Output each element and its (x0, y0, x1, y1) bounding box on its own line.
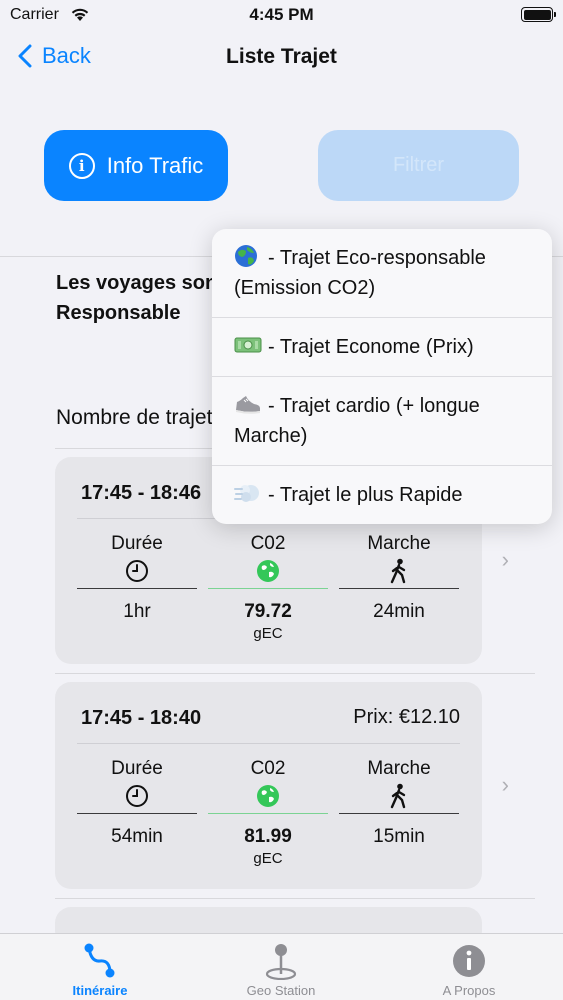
info-icon (399, 942, 539, 980)
walk-value: 24min (373, 601, 425, 622)
menu-item-rapide[interactable]: - Trajet le plus Rapide (212, 466, 552, 524)
info-trafic-label: Info Trafic (106, 152, 204, 178)
co2-value: 79.72 (244, 601, 292, 622)
divider (55, 898, 535, 899)
dash-emoji-icon (234, 485, 259, 502)
trip-time: 17:45 - 18:40 (81, 707, 202, 729)
tab-geo-station[interactable]: Geo Station (211, 942, 351, 998)
battery-icon (521, 7, 556, 22)
duration-column: Durée 54min (77, 758, 197, 848)
duration-value: 54min (111, 826, 163, 847)
walk-label: Marche (367, 533, 431, 554)
tab-label: Itinéraire (72, 983, 128, 998)
duration-value: 1hr (123, 601, 151, 622)
walk-value: 15min (373, 826, 425, 847)
tab-itineraire[interactable]: Itinéraire (30, 942, 170, 998)
co2-label: C02 (250, 533, 286, 554)
sneaker-emoji-icon (236, 396, 260, 414)
chevron-right-icon: › (501, 547, 509, 572)
tab-bar: Itinéraire Geo Station A Propos (0, 933, 563, 1000)
duration-label: Durée (111, 758, 163, 779)
trip-time: 17:45 - 18:46 (81, 482, 202, 504)
sort-menu: - Trajet Eco-responsable (Emission CO2) … (212, 229, 552, 524)
globe-icon (208, 782, 328, 810)
walk-column: Marche 24min (339, 533, 459, 623)
filter-button[interactable]: Filtrer (318, 130, 519, 201)
duration-label: Durée (111, 533, 163, 554)
tab-label: Geo Station (246, 983, 316, 998)
navigation-bar: Back Liste Trajet (0, 32, 563, 82)
status-time: 4:45 PM (249, 5, 314, 24)
co2-label: C02 (250, 758, 286, 779)
divider (55, 673, 535, 674)
trip-price: Prix: €12.10 (353, 706, 460, 728)
menu-item-label: - Trajet le plus Rapide (268, 484, 463, 506)
menu-item-econome[interactable]: - Trajet Econome (Prix) (212, 318, 552, 377)
clock-icon (77, 557, 197, 585)
menu-item-label: - Trajet cardio (+ longue Marche) (234, 395, 480, 447)
trip-count-label: Nombre de trajets (56, 406, 223, 429)
map-pin-icon (211, 942, 351, 980)
status-bar: Carrier 4:45 PM (0, 0, 563, 32)
card-separator (77, 743, 460, 744)
co2-column: C02 79.72 gEC (208, 533, 328, 642)
co2-value: 81.99 (244, 826, 292, 847)
page-title: Liste Trajet (226, 45, 337, 68)
duration-column: Durée 1hr (77, 533, 197, 623)
tab-a-propos[interactable]: A Propos (399, 942, 539, 998)
info-trafic-button[interactable]: i Info Trafic (44, 130, 228, 201)
clock-icon (77, 782, 197, 810)
co2-unit: gEC (253, 850, 283, 867)
action-buttons: i Info Trafic Filtrer (0, 130, 563, 202)
route-icon (30, 942, 170, 980)
globe-emoji-icon (235, 245, 257, 267)
menu-item-eco[interactable]: - Trajet Eco-responsable (Emission CO2) (212, 229, 552, 318)
trip-card[interactable]: 17:45 - 18:40 Prix: €12.10 Durée 54min C… (55, 682, 482, 889)
co2-column: C02 81.99 gEC (208, 758, 328, 867)
menu-item-cardio[interactable]: - Trajet cardio (+ longue Marche) (212, 377, 552, 466)
globe-icon (208, 557, 328, 585)
walk-label: Marche (367, 758, 431, 779)
money-emoji-icon (234, 337, 262, 353)
filter-label: Filtrer (392, 154, 445, 176)
walk-column: Marche 15min (339, 758, 459, 848)
menu-item-label: - Trajet Econome (Prix) (268, 336, 474, 358)
info-circle-icon: i (68, 152, 95, 179)
tab-label: A Propos (442, 983, 496, 998)
menu-item-label: - Trajet Eco-responsable (Emission CO2) (234, 247, 486, 299)
chevron-right-icon: › (501, 772, 509, 797)
walking-icon (339, 557, 459, 585)
walking-icon (339, 782, 459, 810)
co2-unit: gEC (253, 625, 283, 642)
